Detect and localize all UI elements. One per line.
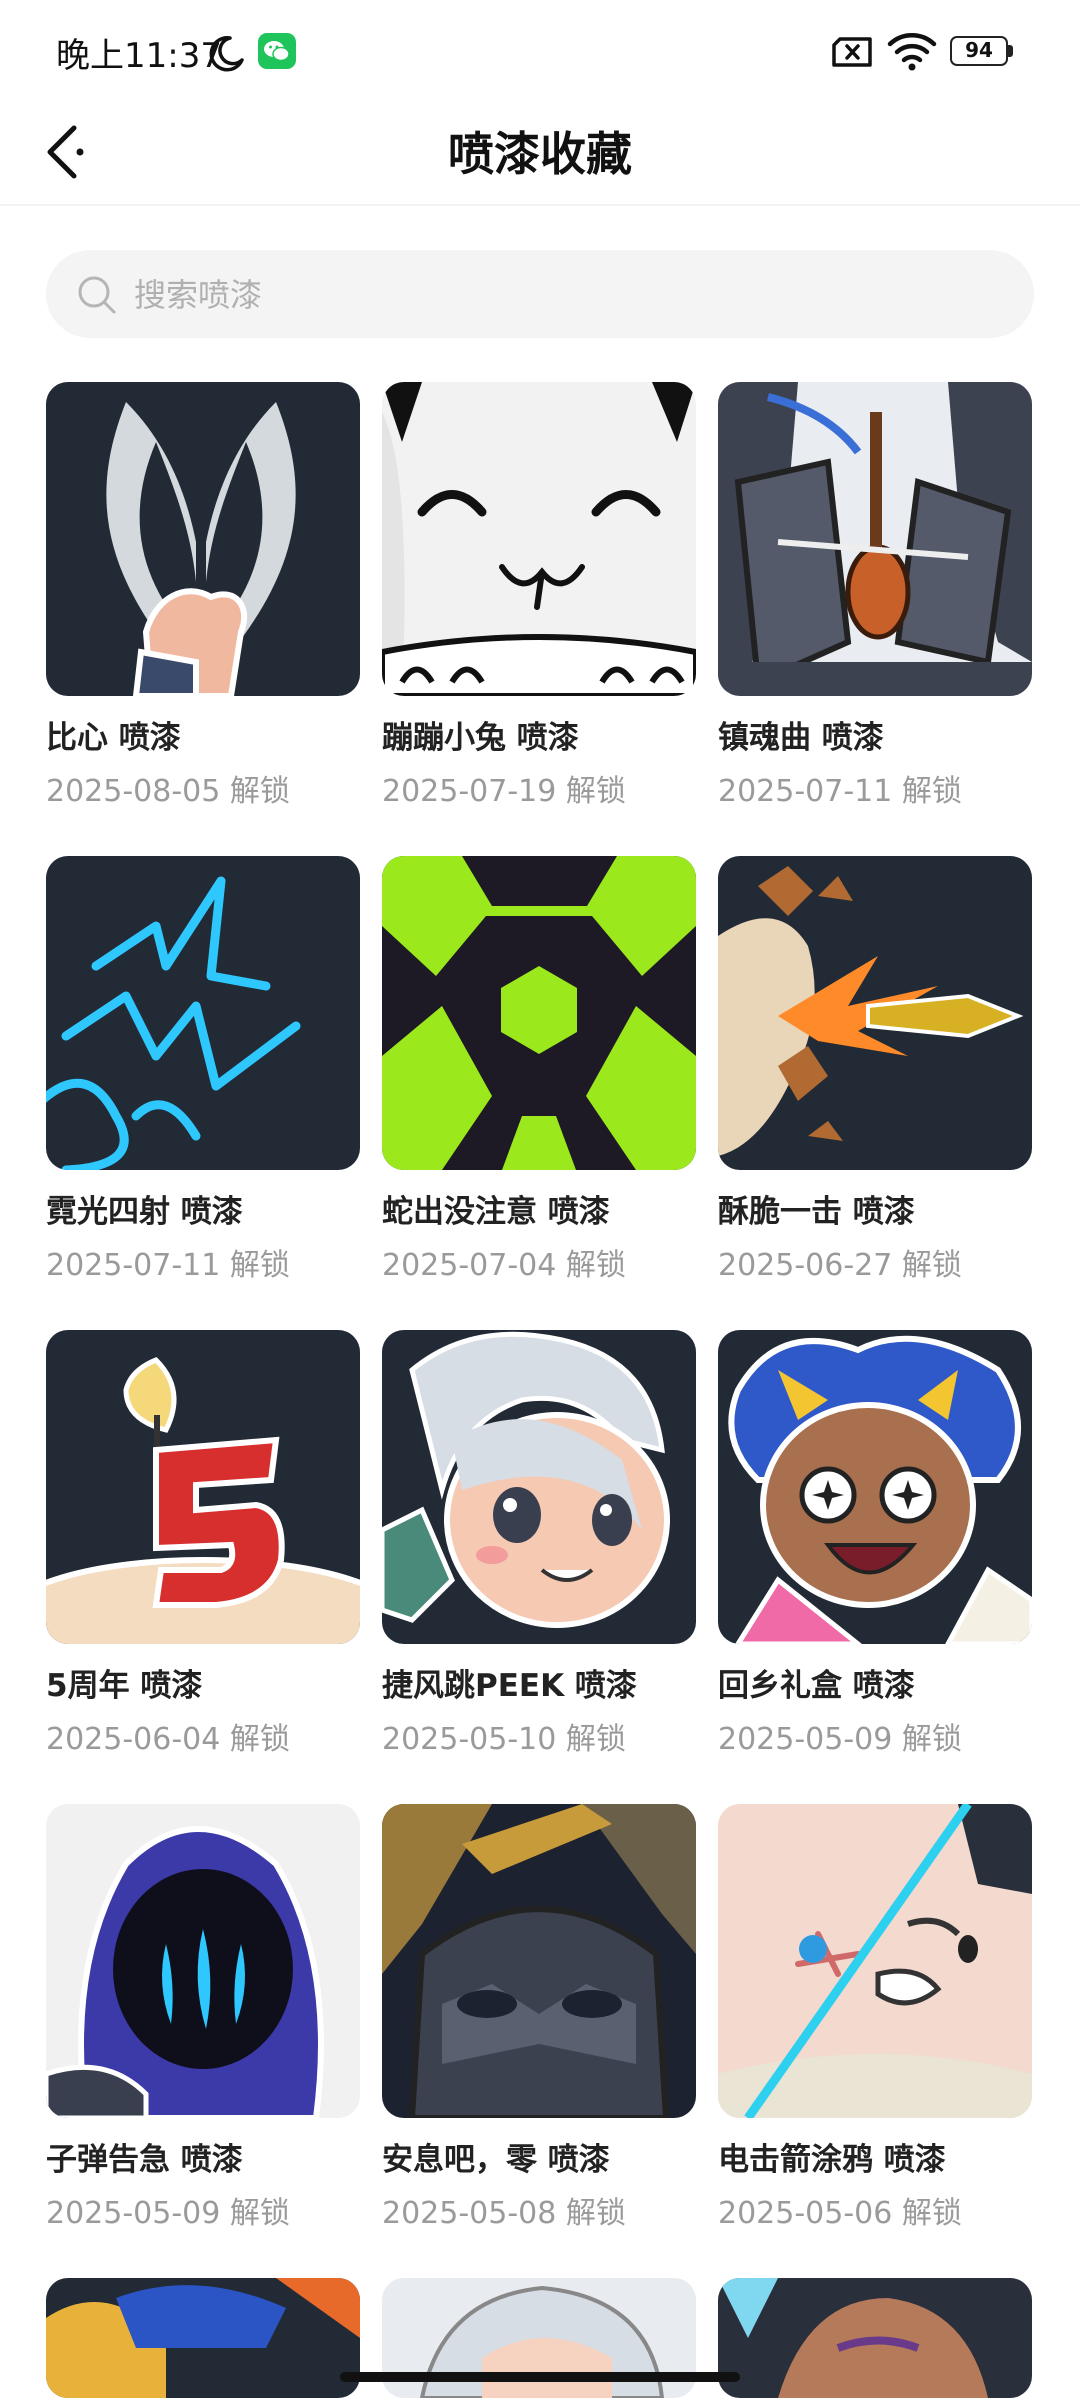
search-bar[interactable] xyxy=(46,250,1034,340)
page-title: 喷漆收藏 xyxy=(448,127,632,181)
spray-date: 2025-06-27 解锁 xyxy=(718,1248,962,1283)
spray-name: 回乡礼盒 喷漆 xyxy=(718,1668,915,1704)
battery-indicator: 94 xyxy=(950,36,1014,68)
spray-thumbnail-shock-dart[interactable] xyxy=(718,1804,1032,2118)
spray-card[interactable]: 安息吧，零 喷漆 2025-05-08 解锁 xyxy=(382,1804,696,2244)
moon-icon xyxy=(209,36,244,72)
spray-thumbnail-bunny[interactable] xyxy=(382,382,696,696)
spray-thumbnail-helmet[interactable] xyxy=(382,1804,696,2118)
spray-thumbnail-hooded-figure[interactable] xyxy=(46,1804,360,2118)
spray-date: 2025-05-09 解锁 xyxy=(718,1722,962,1757)
spray-date: 2025-08-05 解锁 xyxy=(46,774,290,809)
spray-thumbnail-neon[interactable] xyxy=(46,856,360,1170)
spray-thumbnail-partial[interactable] xyxy=(718,2278,1032,2398)
spray-card[interactable] xyxy=(718,2278,1032,2398)
spray-name: 电击箭涂鸦 喷漆 xyxy=(718,2142,946,2178)
spray-card[interactable]: 酥脆一击 喷漆 2025-06-27 解锁 xyxy=(718,856,1032,1296)
spray-date: 2025-06-04 解锁 xyxy=(46,1722,290,1757)
search-icon xyxy=(78,276,116,314)
spray-thumbnail-gift-box[interactable] xyxy=(718,1330,1032,1644)
spray-thumbnail-5th-anniversary[interactable] xyxy=(46,1330,360,1644)
spray-date: 2025-07-11 解锁 xyxy=(46,1248,290,1283)
spray-card[interactable]: 电击箭涂鸦 喷漆 2025-05-06 解锁 xyxy=(718,1804,1032,2244)
spray-card[interactable]: 捷风跳PEEK 喷漆 2025-05-10 解锁 xyxy=(382,1330,696,1770)
spray-thumbnail-violin[interactable] xyxy=(718,382,1032,696)
battery-cap xyxy=(1008,45,1013,57)
spray-thumbnail-bullet[interactable] xyxy=(718,856,1032,1170)
spray-date: 2025-07-19 解锁 xyxy=(382,774,626,809)
header: 喷漆收藏 xyxy=(0,100,1080,206)
spray-card[interactable]: 镇魂曲 喷漆 2025-07-11 解锁 xyxy=(718,382,1032,822)
spray-date: 2025-05-08 解锁 xyxy=(382,2196,626,2231)
spray-name: 蹦蹦小兔 喷漆 xyxy=(382,720,579,756)
spray-date: 2025-05-06 解锁 xyxy=(718,2196,962,2231)
spray-date: 2025-05-10 解锁 xyxy=(382,1722,626,1757)
no-sim-icon xyxy=(832,37,872,67)
spray-name: 酥脆一击 喷漆 xyxy=(718,1194,915,1230)
wifi-icon xyxy=(887,33,937,71)
spray-thumbnail-snake[interactable] xyxy=(382,856,696,1170)
spray-date: 2025-07-04 解锁 xyxy=(382,1248,626,1283)
home-indicator[interactable] xyxy=(340,2372,740,2382)
battery-level: 94 xyxy=(950,36,1008,66)
spray-name: 蛇出没注意 喷漆 xyxy=(382,1194,610,1230)
spray-thumbnail-partial[interactable] xyxy=(46,2278,360,2398)
spray-name: 镇魂曲 喷漆 xyxy=(718,720,884,756)
spray-thumbnail-jett-peek[interactable] xyxy=(382,1330,696,1644)
spray-card[interactable]: 比心 喷漆 2025-08-05 解锁 xyxy=(46,382,360,822)
spray-card[interactable]: 5周年 喷漆 2025-06-04 解锁 xyxy=(46,1330,360,1770)
spray-card[interactable]: 霓光四射 喷漆 2025-07-11 解锁 xyxy=(46,856,360,1296)
spray-card[interactable]: 蹦蹦小兔 喷漆 2025-07-19 解锁 xyxy=(382,382,696,822)
search-input[interactable] xyxy=(132,250,996,340)
spray-card[interactable]: 蛇出没注意 喷漆 2025-07-04 解锁 xyxy=(382,856,696,1296)
status-bar: 晚上11:37 94 xyxy=(0,0,1080,100)
spray-name: 霓光四射 喷漆 xyxy=(46,1194,243,1230)
wechat-icon xyxy=(258,33,296,69)
spray-card[interactable]: 回乡礼盒 喷漆 2025-05-09 解锁 xyxy=(718,1330,1032,1770)
spray-card[interactable]: 子弹告急 喷漆 2025-05-09 解锁 xyxy=(46,1804,360,2244)
status-time: 晚上11:37 xyxy=(56,36,222,76)
spray-date: 2025-05-09 解锁 xyxy=(46,2196,290,2231)
spray-name: 子弹告急 喷漆 xyxy=(46,2142,243,2178)
spray-name: 比心 喷漆 xyxy=(46,720,181,756)
spray-name: 安息吧，零 喷漆 xyxy=(382,2142,610,2178)
spray-name: 捷风跳PEEK 喷漆 xyxy=(382,1668,637,1704)
spray-date: 2025-07-11 解锁 xyxy=(718,774,962,809)
spray-card[interactable] xyxy=(46,2278,360,2398)
spray-thumbnail-heart[interactable] xyxy=(46,382,360,696)
spray-name: 5周年 喷漆 xyxy=(46,1668,203,1704)
